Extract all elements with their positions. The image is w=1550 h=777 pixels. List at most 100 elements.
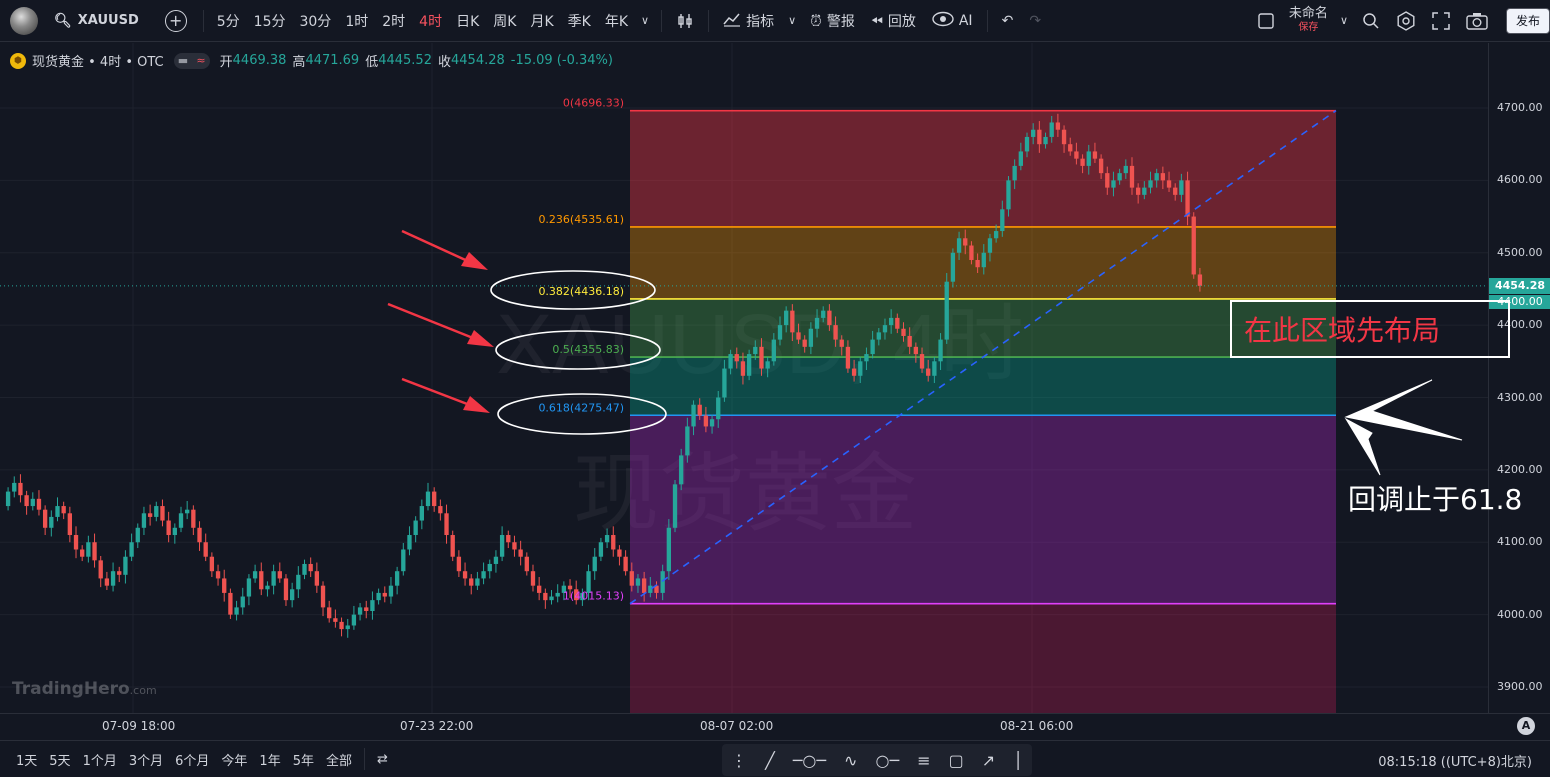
publish-button[interactable]: 发布 [1506, 7, 1550, 34]
candle [178, 506, 184, 533]
layout-name-label: 未命名 [1288, 5, 1328, 21]
redo-icon[interactable]: ↷ [1021, 6, 1049, 36]
candle [92, 533, 97, 568]
layout-square-icon[interactable] [1249, 6, 1283, 36]
layout-name-button[interactable]: 未命名 保存 [1283, 6, 1334, 36]
range-6m[interactable]: 6个月 [169, 750, 215, 769]
compare-add-icon[interactable]: + [164, 9, 187, 32]
vertical-line-tool-icon[interactable]: │ [1013, 751, 1023, 770]
candle [944, 273, 949, 344]
candle [271, 564, 276, 595]
candle [320, 581, 326, 617]
clock-timezone[interactable]: 08:15:18 ((UTC+8)北京) [1378, 751, 1532, 770]
interval-5m[interactable]: 5分 [210, 6, 247, 36]
path-tool-icon[interactable]: ∿ [844, 751, 857, 770]
interval-1h[interactable]: 1时 [338, 6, 375, 36]
fib-level-label: 0(4696.33) [563, 97, 624, 110]
legend-symbol-text[interactable]: 现货黄金 • 4时 • OTC [32, 51, 164, 70]
trend-line-tool-icon[interactable]: ╱ [765, 751, 775, 770]
candle [277, 562, 282, 583]
camera-snapshot-icon[interactable] [1458, 6, 1496, 36]
layout-dropdown-chevron-icon[interactable]: ∨ [1334, 6, 1354, 36]
symbol-legend: ⬢ 现货黄金 • 4时 • OTC ▬ ≈ 开 4469.38 高 4471.6… [10, 51, 619, 70]
interval-year[interactable]: 年K [598, 6, 635, 36]
interval-1mo[interactable]: 月K [523, 6, 560, 36]
indicators-dropdown-chevron-icon[interactable]: ∨ [782, 6, 802, 36]
price-tick: 4700.00 [1497, 101, 1543, 114]
white-arrow-lower[interactable] [1344, 417, 1381, 476]
candle [376, 588, 381, 605]
bottom-toolbar: 1天 5天 1个月 3个月 6个月 今年 1年 5年 全部 ⇄ ⋮ ╱ ─○─ … [0, 740, 1550, 777]
alarm-clock-icon: ⏰︎ [810, 11, 822, 30]
chart-type-candles-icon[interactable] [668, 6, 702, 36]
candle [549, 590, 554, 605]
interval-dropdown-chevron-icon[interactable]: ∨ [635, 6, 655, 36]
undo-icon[interactable]: ↶ [994, 6, 1022, 36]
auto-scale-button[interactable]: A [1517, 717, 1535, 735]
candle [592, 548, 597, 580]
range-1y[interactable]: 1年 [253, 750, 286, 769]
candle [333, 609, 338, 628]
replay-button[interactable]: ⏪︎ 回放 [863, 6, 924, 36]
settings-gear-icon[interactable] [1388, 6, 1424, 36]
legend-toggle-pill[interactable]: ▬ ≈ [173, 52, 210, 69]
retracement-stop-callout[interactable]: 回调止于61.8 [1348, 478, 1522, 518]
interval-1w[interactable]: 周K [486, 6, 523, 36]
range-5y[interactable]: 5年 [287, 750, 320, 769]
date-range-calendar-icon[interactable]: ⇄ [371, 752, 394, 767]
high-label: 高 [292, 55, 306, 70]
horizontal-line-tool-icon[interactable]: ○─ [875, 751, 899, 770]
range-3m[interactable]: 3个月 [123, 750, 169, 769]
candle [444, 504, 449, 544]
horizontal-ray-tool-icon[interactable]: ─○─ [793, 751, 826, 770]
interval-4h-active[interactable]: 4时 [412, 6, 449, 36]
change-value: -15.09 (-0.34%) [510, 53, 613, 68]
search-icon[interactable] [1354, 6, 1388, 36]
candle [104, 571, 110, 591]
fib-retracement-zones[interactable] [630, 110, 1336, 713]
legend-wave-icon: ≈ [196, 54, 206, 67]
range-all[interactable]: 全部 [320, 750, 358, 769]
time-axis[interactable]: 07-09 18:00 07-23 22:00 08-07 02:00 08-2… [0, 713, 1550, 739]
interval-2h[interactable]: 2时 [375, 6, 412, 36]
open-value: 4469.38 [232, 53, 287, 68]
candlestick-chart[interactable]: XAUUSD, 4时 现货黄金 0(4696.33)0.236(4535.61)… [0, 43, 1488, 713]
interval-15m[interactable]: 15分 [247, 6, 293, 36]
price-tick: 4600.00 [1497, 173, 1543, 187]
candle [30, 492, 35, 511]
range-1m[interactable]: 1个月 [77, 750, 123, 769]
red-arrow-3[interactable] [401, 377, 490, 413]
candle [506, 530, 511, 549]
price-tick: 3900.00 [1497, 680, 1543, 693]
price-tick: 4200.00 [1497, 462, 1543, 476]
red-arrow-1[interactable] [401, 229, 488, 270]
price-tick: 4300.00 [1497, 390, 1543, 404]
brand-watermark: TradingHero.com [12, 679, 157, 699]
drag-handle-icon[interactable]: ⋮ [731, 751, 747, 770]
price-axis[interactable]: 4700.00 4600.00 4500.00 4400.00 4300.00 4200.… [1488, 43, 1550, 713]
alert-button[interactable]: ⏰︎ 警报 [802, 6, 863, 36]
candle [296, 566, 301, 598]
range-1d[interactable]: 1天 [10, 750, 43, 769]
candle [98, 556, 103, 588]
arrow-tool-icon[interactable]: ↗ [982, 751, 995, 770]
interval-30m[interactable]: 30分 [292, 6, 338, 36]
rectangle-tool-icon[interactable]: ▢ [949, 751, 964, 770]
zone-callout-box[interactable]: 在此区域先布局 [1230, 300, 1510, 358]
candle [512, 535, 517, 557]
range-5d[interactable]: 5天 [43, 750, 76, 769]
fullscreen-icon[interactable] [1424, 6, 1458, 36]
candle [154, 501, 159, 522]
range-ytd[interactable]: 今年 [215, 750, 253, 769]
candle [240, 587, 245, 615]
chart-pane[interactable]: XAUUSD, 4时 现货黄金 0(4696.33)0.236(4535.61)… [0, 43, 1488, 713]
interval-1d[interactable]: 日K [449, 6, 486, 36]
interval-quarter[interactable]: 季K [561, 6, 598, 36]
user-avatar[interactable] [10, 6, 38, 35]
candle [394, 566, 400, 595]
ai-button[interactable]: AI [924, 6, 981, 36]
candle [265, 581, 270, 597]
symbol-search-button[interactable]: 🔍︎ XAUUSD [46, 6, 147, 36]
fib-tool-icon[interactable]: ≡ [917, 751, 930, 770]
indicators-button[interactable]: 指标 [715, 6, 782, 36]
